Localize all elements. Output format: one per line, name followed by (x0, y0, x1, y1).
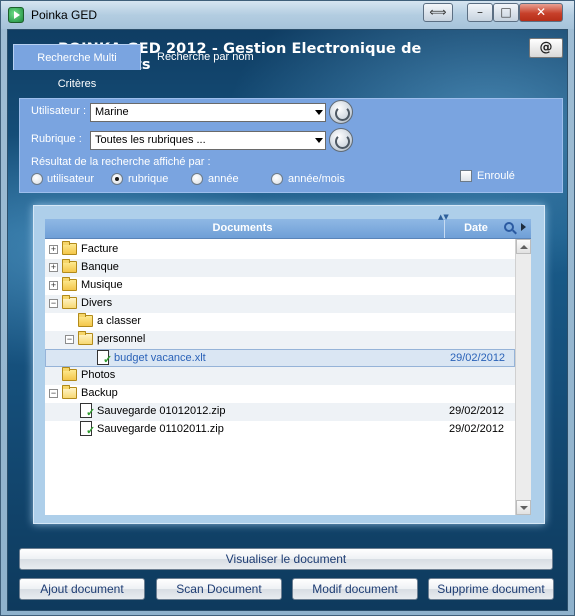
maximize-button[interactable]: □ (493, 3, 519, 22)
expand-icon[interactable]: + (49, 263, 58, 272)
row-name: Sauvegarde 01012012.zip (97, 405, 226, 417)
app-window: Poinka GED ⟺ – □ ✕ POINKA GED 2012 - Ges… (0, 0, 575, 616)
folder-row[interactable]: + Facture (45, 241, 515, 259)
column-header-date[interactable]: Date (451, 222, 501, 234)
close-button[interactable]: ✕ (519, 3, 563, 22)
folder-icon (78, 313, 93, 327)
search-icon[interactable] (504, 222, 514, 232)
folder-row[interactable]: − Backup (45, 385, 515, 403)
document-icon (80, 421, 95, 437)
radio-annee-mois-label: année/mois (288, 173, 345, 185)
radio-utilisateur-label: utilisateur (47, 173, 95, 185)
file-row[interactable]: budget vacance.xlt 29/02/2012 (45, 349, 515, 367)
vertical-scrollbar[interactable] (515, 239, 531, 515)
swap-icon[interactable]: ⟺ (423, 3, 453, 22)
tab-recherche-multi-criteres[interactable]: Recherche Multi Critères (13, 44, 141, 90)
dropdown-arrow-icon (315, 138, 323, 143)
refresh-rubric-icon[interactable] (329, 128, 353, 152)
folder-row[interactable]: + Banque (45, 259, 515, 277)
row-name: Facture (81, 243, 119, 255)
folder-icon (62, 259, 77, 273)
folder-row[interactable]: − personnel (45, 331, 515, 349)
email-icon[interactable]: @ (529, 38, 563, 58)
column-header-documents[interactable]: Documents (45, 222, 440, 234)
row-name: Sauvegarde 01102011.zip (97, 423, 224, 435)
user-select[interactable]: Marine (90, 103, 326, 122)
row-date: 29/02/2012 (449, 423, 505, 435)
display-mode-label: Résultat de la recherche affiché par : (31, 156, 211, 168)
rubric-select[interactable]: Toutes les rubriques ... (90, 131, 326, 150)
enroule-label: Enroulé (477, 170, 515, 182)
folder-icon (62, 367, 77, 381)
row-name: Photos (81, 369, 116, 381)
minimize-button[interactable]: – (467, 3, 493, 22)
row-name: Musique (81, 279, 123, 291)
folder-row[interactable]: a classer (45, 313, 515, 331)
refresh-user-icon[interactable] (329, 100, 353, 124)
radio-rubrique-label: rubrique (128, 173, 169, 185)
tab-recherche-par-nom[interactable]: Recherche par nom (151, 44, 261, 70)
window-title: Poinka GED (31, 8, 98, 22)
collapse-icon[interactable]: − (65, 335, 74, 344)
row-name: Divers (81, 297, 113, 309)
radio-annee[interactable] (191, 173, 203, 185)
user-label: Utilisateur : (31, 105, 87, 117)
scroll-down-button[interactable] (516, 500, 531, 515)
folder-row[interactable]: − Divers (45, 295, 515, 313)
radio-annee-label: année (208, 173, 239, 185)
sort-icon[interactable]: ▲▼ (438, 214, 449, 221)
document-icon (97, 350, 112, 366)
expand-icon[interactable]: + (49, 245, 58, 254)
collapse-icon[interactable]: − (49, 299, 58, 308)
row-name: Banque (81, 261, 119, 273)
user-select-value: Marine (95, 106, 129, 118)
app-logo-icon (8, 7, 24, 23)
folder-open-icon (62, 385, 77, 399)
chevron-right-icon[interactable] (521, 223, 526, 231)
folder-open-icon (78, 331, 93, 345)
edit-document-button[interactable]: Modif document (292, 578, 418, 600)
enroule-checkbox[interactable] (460, 170, 472, 182)
folder-row[interactable]: Photos (45, 367, 515, 385)
rubric-label: Rubrique : (31, 133, 82, 145)
row-name: a classer (97, 315, 142, 327)
folder-icon (62, 277, 77, 291)
row-date: 29/02/2012 (450, 352, 506, 364)
row-name: Backup (81, 387, 118, 399)
view-document-button[interactable]: Visualiser le document (19, 548, 553, 570)
document-icon (80, 403, 95, 419)
file-row[interactable]: Sauvegarde 01012012.zip 29/02/2012 (45, 403, 515, 421)
column-separator (444, 220, 445, 238)
add-document-button[interactable]: Ajout document (19, 578, 145, 600)
folder-icon (62, 241, 77, 255)
row-date: 29/02/2012 (449, 405, 505, 417)
folder-row[interactable]: + Musique (45, 277, 515, 295)
radio-utilisateur[interactable] (31, 173, 43, 185)
file-row[interactable]: Sauvegarde 01102011.zip 29/02/2012 (45, 421, 515, 439)
scroll-up-button[interactable] (516, 239, 531, 254)
dropdown-arrow-icon (315, 110, 323, 115)
title-bar[interactable]: Poinka GED ⟺ – □ ✕ (1, 1, 574, 29)
scan-document-button[interactable]: Scan Document (156, 578, 282, 600)
expand-icon[interactable]: + (49, 281, 58, 290)
radio-rubrique[interactable] (111, 173, 123, 185)
folder-open-icon (62, 295, 77, 309)
collapse-icon[interactable]: − (49, 389, 58, 398)
row-name: personnel (97, 333, 146, 345)
row-name: budget vacance.xlt (114, 352, 206, 364)
radio-annee-mois[interactable] (271, 173, 283, 185)
delete-document-button[interactable]: Supprime document (428, 578, 554, 600)
rubric-select-value: Toutes les rubriques ... (95, 134, 206, 146)
